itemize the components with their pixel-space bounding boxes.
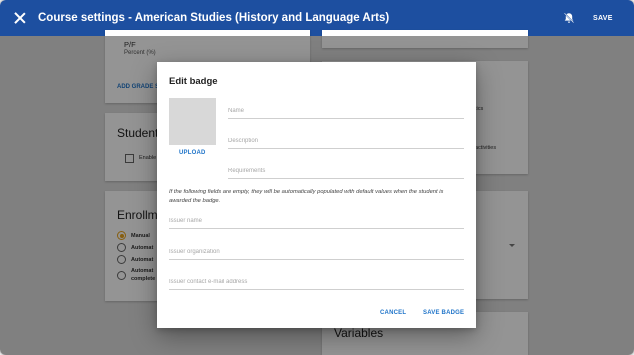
app-bar: Course settings - American Studies (Hist… xyxy=(0,0,634,36)
badge-description-input[interactable] xyxy=(228,133,464,149)
dialog-title: Edit badge xyxy=(169,76,218,87)
save-button[interactable]: SAVE xyxy=(593,15,613,22)
save-badge-button[interactable]: SAVE BADGE xyxy=(423,310,464,316)
bell-off-icon[interactable] xyxy=(563,12,575,24)
issuer-name-input[interactable] xyxy=(169,213,464,229)
badge-image-placeholder xyxy=(169,98,216,145)
cancel-button[interactable]: CANCEL xyxy=(380,310,406,316)
issuer-organization-input[interactable] xyxy=(169,244,464,260)
badge-requirements-input[interactable] xyxy=(228,163,464,179)
page-title: Course settings - American Studies (Hist… xyxy=(38,12,390,24)
edit-badge-dialog: Edit badge UPLOAD If the following field… xyxy=(157,62,476,328)
auto-populate-note: If the following fields are empty, they … xyxy=(169,189,444,204)
app-window: Course settings - American Studies (Hist… xyxy=(0,0,634,355)
close-icon[interactable] xyxy=(13,11,27,25)
issuer-email-input[interactable] xyxy=(169,274,464,290)
upload-button[interactable]: UPLOAD xyxy=(179,150,206,156)
badge-name-input[interactable] xyxy=(228,103,464,119)
